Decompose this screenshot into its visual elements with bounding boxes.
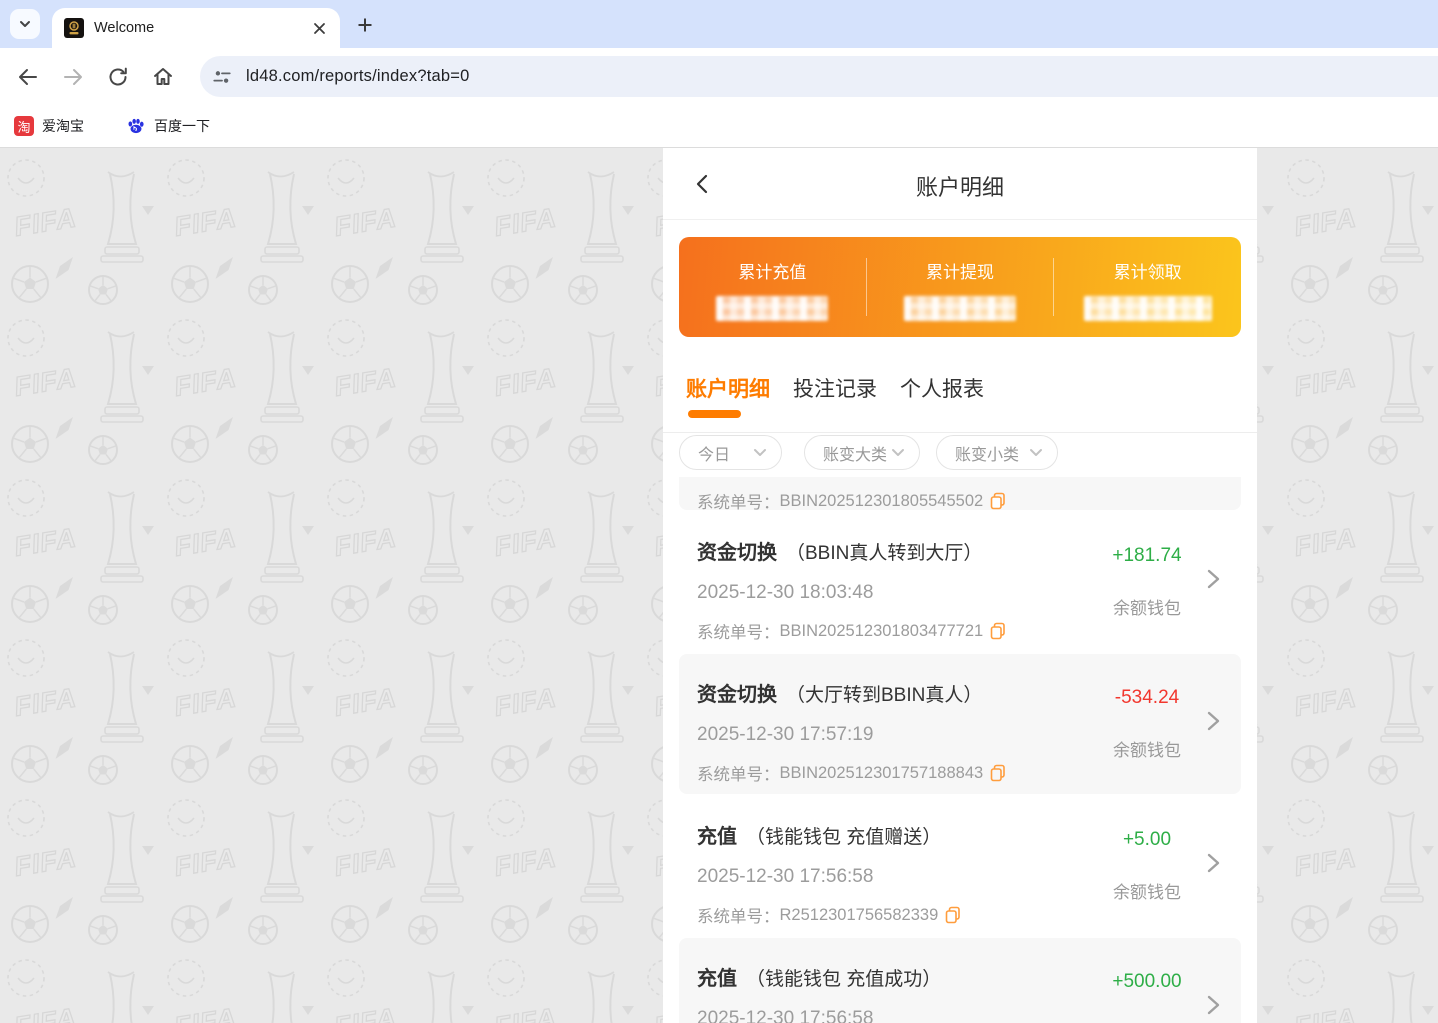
tab-personal-report[interactable]: 个人报表	[900, 373, 984, 403]
wallet-label: 余额钱包	[1113, 883, 1181, 902]
list-item[interactable]: 资金切换 （BBIN真人转到大厅） 2025-12-30 18:03:48 系统单…	[679, 512, 1241, 652]
url-text[interactable]: ld48.com/reports/index?tab=0	[246, 67, 469, 86]
wallet-label: 余额钱包	[1113, 741, 1181, 760]
panel-header: 账户明细	[663, 148, 1257, 220]
order-number-line: 系统单号： R2512301756582339	[697, 903, 1223, 927]
summary-total-deposit: 累计充值	[679, 254, 866, 321]
list-item[interactable]: 资金切换 （大厅转到BBIN真人） 2025-12-30 17:57:19 系统单…	[679, 654, 1241, 794]
censored-value	[716, 295, 829, 321]
wallet-label: 余额钱包	[1113, 599, 1181, 618]
amount: +5.00	[1122, 829, 1172, 850]
tab-close-button[interactable]	[310, 19, 328, 37]
chevron-right-icon[interactable]	[1204, 994, 1222, 1016]
order-number-line: 系统单号： BBIN202512301803477721	[697, 619, 1223, 643]
tab-search-button[interactable]	[10, 9, 40, 39]
list-item[interactable]: 充值 （钱能钱包 充值赠送） 2025-12-30 17:56:58 系统单号： …	[679, 796, 1241, 936]
list-item[interactable]: 充值（钱能钱包 充值成功） 2025-12-30 17:56:58 系统单号： …	[679, 938, 1241, 1023]
censored-value	[1083, 295, 1212, 321]
list-item-partial[interactable]: 系统单号： BBIN202512301805545502	[679, 477, 1241, 513]
taobao-icon: 淘	[14, 116, 34, 136]
address-bar[interactable]: ld48.com/reports/index?tab=0	[200, 56, 1438, 97]
home-icon[interactable]	[151, 65, 175, 89]
amount-block: +500.00 余额钱包	[1099, 971, 1195, 1023]
censored-value	[904, 295, 1016, 321]
filter-date-dropdown[interactable]: 今日	[679, 435, 782, 470]
chevron-down-icon	[1030, 449, 1042, 456]
site-favicon	[64, 18, 84, 38]
amount: -534.24	[1114, 687, 1180, 708]
close-icon	[313, 22, 325, 34]
active-tab-underline	[688, 410, 741, 418]
back-icon[interactable]	[16, 65, 40, 89]
summary-total-withdraw: 累计提现	[867, 254, 1054, 321]
copy-icon[interactable]	[945, 906, 961, 924]
order-number-line: 系统单号： BBIN202512301757188843	[697, 761, 1223, 785]
plus-icon	[358, 18, 372, 32]
amount-block: +181.74 余额钱包	[1099, 545, 1195, 619]
copy-icon[interactable]	[990, 492, 1006, 510]
amount: +181.74	[1112, 545, 1182, 566]
forward-icon[interactable]	[61, 65, 85, 89]
bookmark-taobao[interactable]: 淘 爱淘宝	[14, 116, 84, 136]
amount-block: +5.00 余额钱包	[1099, 829, 1195, 903]
chevron-right-icon[interactable]	[1204, 852, 1222, 874]
section-tabs: 账户明细 投注记录 个人报表	[663, 360, 1257, 433]
tab-bet-records[interactable]: 投注记录	[793, 373, 877, 403]
amount-block: -534.24 余额钱包	[1099, 687, 1195, 761]
site-settings-icon[interactable]	[212, 66, 232, 88]
order-number-line: 系统单号： BBIN202512301805545502	[697, 489, 1006, 513]
browser-tab[interactable]: Welcome	[52, 8, 340, 48]
order-number: R2512301756582339	[779, 905, 939, 924]
page-title: 账户明细	[915, 175, 1004, 200]
copy-icon[interactable]	[990, 622, 1006, 640]
chevron-right-icon[interactable]	[1204, 568, 1222, 590]
baidu-icon	[128, 118, 144, 134]
tab-account-detail[interactable]: 账户明细	[686, 373, 770, 403]
account-detail-panel: 账户明细 累计充值 累计提现 累计领取 账户明细 投注记录 个人报表 今日 账变…	[663, 148, 1257, 1023]
amount: +500.00	[1112, 971, 1182, 992]
filter-major-type-dropdown[interactable]: 账变大类	[804, 435, 920, 470]
new-tab-button[interactable]	[352, 12, 378, 38]
chevron-right-icon[interactable]	[1204, 710, 1222, 732]
chevron-down-icon	[892, 449, 904, 456]
summary-total-claim: 累计领取	[1054, 254, 1241, 321]
chevron-down-icon	[754, 449, 766, 456]
browser-tab-strip: Welcome	[0, 0, 1438, 48]
order-number: BBIN202512301803477721	[779, 621, 984, 640]
filter-bar: 今日 账变大类 账变小类	[663, 433, 1257, 477]
bookmarks-bar: 淘 爱淘宝 百度一下	[0, 105, 1438, 148]
tab-title: Welcome	[94, 20, 155, 36]
page-background: FIFA 账户明细 累计充值 累计提现 累计领取	[0, 148, 1438, 1023]
transaction-list[interactable]: 系统单号： BBIN202512301805545502 资金切换 （BBIN真人…	[663, 477, 1257, 1023]
order-number: BBIN202512301757188843	[779, 763, 984, 782]
chevron-down-icon	[20, 21, 30, 27]
reload-icon[interactable]	[106, 65, 130, 89]
copy-icon[interactable]	[990, 764, 1006, 782]
summary-card: 累计充值 累计提现 累计领取	[679, 237, 1241, 337]
filter-minor-type-dropdown[interactable]: 账变小类	[936, 435, 1058, 470]
browser-toolbar: ld48.com/reports/index?tab=0	[0, 48, 1438, 105]
order-number: BBIN202512301805545502	[779, 491, 984, 510]
bookmark-baidu[interactable]: 百度一下	[126, 116, 210, 136]
